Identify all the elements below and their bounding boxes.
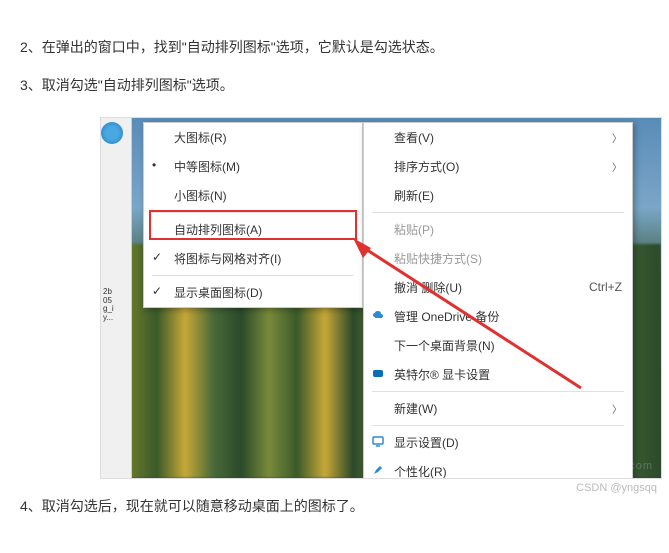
check-icon: ✓ (152, 250, 162, 264)
step-4: 4、取消勾选后，现在就可以随意移动桌面上的图标了。 (20, 495, 649, 517)
refresh-item[interactable]: 刷新(E) (364, 181, 632, 210)
left-strip: 2b 05 g_i y... (101, 118, 132, 478)
chevron-right-icon: 〉 (612, 159, 622, 174)
screenshot: 2b 05 g_i y... 大图标(R) • 中等图标(M) 小图标(N) 自… (100, 117, 662, 479)
auto-arrange-item[interactable]: 自动排列图标(A) (144, 215, 362, 244)
display-icon (372, 435, 384, 447)
watermark: www.xitongcheng.com (525, 460, 653, 472)
chevron-right-icon: 〉 (612, 401, 622, 416)
view-submenu: 大图标(R) • 中等图标(M) 小图标(N) 自动排列图标(A) ✓ 将图标与… (143, 122, 363, 308)
undo-item[interactable]: 撤消 删除(U)Ctrl+Z (364, 273, 632, 302)
paste-shortcut-item: 粘贴快捷方式(S) (364, 244, 632, 273)
separator (372, 212, 624, 213)
credit: CSDN @yngsqq (576, 482, 657, 494)
next-bg-item[interactable]: 下一个桌面背景(N) (364, 331, 632, 360)
align-grid-item[interactable]: ✓ 将图标与网格对齐(I) (144, 244, 362, 273)
shortcut-label: Ctrl+Z (589, 280, 622, 294)
small-icons-item[interactable]: 小图标(N) (144, 181, 362, 210)
view-item[interactable]: 查看(V)〉 (364, 123, 632, 152)
paste-item: 粘贴(P) (364, 215, 632, 244)
separator (372, 391, 624, 392)
display-item[interactable]: 显示设置(D) (364, 428, 632, 457)
onedrive-item[interactable]: 管理 OneDrive 备份 (364, 302, 632, 331)
intel-icon (372, 367, 384, 379)
sort-item[interactable]: 排序方式(O)〉 (364, 152, 632, 181)
personalize-icon (372, 464, 384, 476)
intel-item[interactable]: 英特尔® 显卡设置 (364, 360, 632, 389)
check-icon: ✓ (152, 284, 162, 298)
step-3: 3、取消勾选"自动排列图标"选项。 (20, 74, 649, 96)
bullet-icon: • (152, 158, 156, 172)
thumb-label: 2b 05 g_i y... (103, 288, 125, 323)
large-icons-item[interactable]: 大图标(R) (144, 123, 362, 152)
separator (372, 425, 624, 426)
show-icons-item[interactable]: ✓ 显示桌面图标(D) (144, 278, 362, 307)
separator (152, 275, 354, 276)
new-item[interactable]: 新建(W)〉 (364, 394, 632, 423)
context-menu: 查看(V)〉 排序方式(O)〉 刷新(E) 粘贴(P) 粘贴快捷方式(S) 撤消… (363, 122, 633, 479)
chevron-right-icon: 〉 (612, 130, 622, 145)
medium-icons-item[interactable]: • 中等图标(M) (144, 152, 362, 181)
separator (152, 212, 354, 213)
app-icon (101, 122, 123, 144)
cloud-icon (372, 309, 384, 321)
step-2: 2、在弹出的窗口中，找到"自动排列图标"选项，它默认是勾选状态。 (20, 36, 649, 58)
